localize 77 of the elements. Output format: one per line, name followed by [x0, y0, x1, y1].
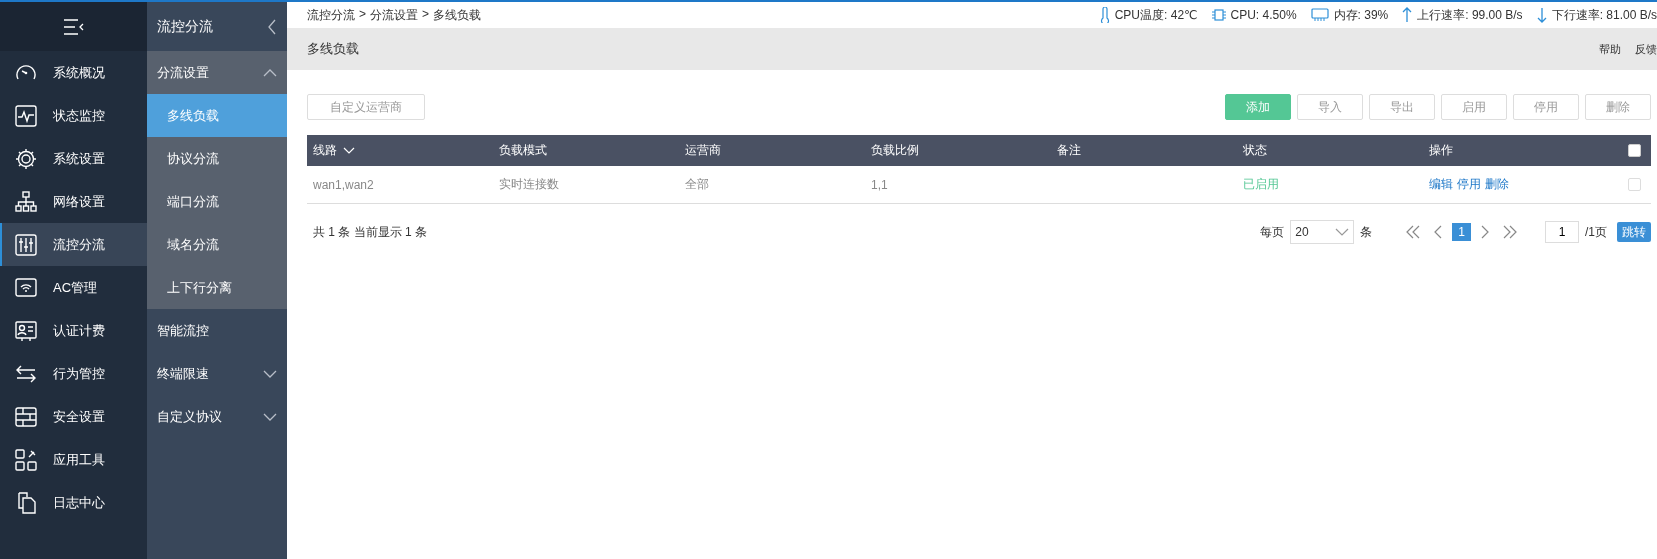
chip-icon	[1211, 7, 1226, 23]
per-page-select[interactable]: 20	[1290, 220, 1355, 244]
submenu-item[interactable]: 分流设置	[147, 51, 287, 94]
row-action-link[interactable]: 停用	[1457, 176, 1481, 193]
row-action-link[interactable]: 编辑	[1429, 176, 1453, 193]
select-all-checkbox[interactable]	[1628, 144, 1641, 157]
column-header: 运营商	[684, 142, 722, 159]
status-reading: CPU温度: 42℃	[1114, 6, 1198, 24]
first-page-icon[interactable]	[1405, 225, 1422, 239]
submenu-item[interactable]: 协议分流	[147, 137, 287, 180]
submenu-item[interactable]: 端口分流	[147, 180, 287, 223]
network-icon	[15, 190, 37, 213]
breadcrumb-item: 多线负载	[433, 6, 482, 24]
status-reading: 内存: 39%	[1333, 6, 1389, 24]
column-header: 操作	[1428, 142, 1454, 159]
apps-grid-icon	[15, 448, 37, 471]
up-arrow-icon	[1402, 7, 1413, 23]
section-title: 流控分流	[157, 17, 213, 36]
row-action-link[interactable]: 删除	[1485, 176, 1509, 193]
next-page-icon[interactable]	[1480, 225, 1490, 239]
page-title: 多线负载	[307, 40, 359, 58]
documents-icon	[15, 491, 37, 514]
nav-item[interactable]: 认证计费	[0, 309, 147, 352]
status-reading: CPU: 4.50%	[1230, 8, 1297, 22]
previous-page-icon[interactable]	[1433, 225, 1444, 239]
thermometer-icon	[1099, 7, 1110, 23]
submenu-item[interactable]: 上下行分离	[147, 266, 287, 309]
menu-collapse-icon[interactable]	[62, 18, 85, 35]
column-header: 备注	[1056, 142, 1082, 159]
nav-item[interactable]: 行为管控	[0, 352, 147, 395]
pulse-monitor-icon	[15, 104, 37, 127]
nav-item[interactable]: 网络设置	[0, 180, 147, 223]
breadcrumb-item[interactable]: 分流设置	[370, 6, 418, 24]
nav-item[interactable]: 日志中心	[0, 481, 147, 524]
record-summary: 共 1 条 当前显示 1 条	[313, 223, 428, 241]
nav-item[interactable]: 安全设置	[0, 395, 147, 438]
status-reading: 下行速率: 81.00 B/s	[1551, 6, 1657, 24]
table-cell-text: 全部	[684, 176, 710, 193]
header-link[interactable]: 反馈	[1635, 41, 1657, 57]
sliders-icon	[15, 233, 37, 256]
column-header: 负载比例	[870, 142, 920, 159]
column-header: 状态	[1242, 142, 1268, 159]
nav-item[interactable]: 系统概况	[0, 51, 147, 94]
firewall-icon	[15, 405, 37, 428]
submenu-item[interactable]: 智能流控	[147, 309, 287, 352]
submenu-item[interactable]: 终端限速	[147, 352, 287, 395]
column-header: 负载模式	[498, 142, 548, 159]
wifi-screen-icon	[15, 276, 37, 299]
nav-item[interactable]: AC管理	[0, 266, 147, 309]
table-cell-text: 1,1	[870, 177, 889, 192]
submenu-item[interactable]: 自定义协议	[147, 395, 287, 438]
settings-icon	[15, 147, 37, 170]
nav-item[interactable]: 状态监控	[0, 94, 147, 137]
per-page-label: 每页	[1260, 223, 1285, 241]
breadcrumb-item[interactable]: 流控分流	[307, 6, 355, 24]
table-cell-text: wan1,wan2	[312, 177, 375, 192]
column-header[interactable]: 线路	[307, 142, 493, 159]
dropdown-caret-icon	[1335, 228, 1350, 236]
header-link[interactable]: 帮助	[1599, 41, 1621, 57]
table-cell-text: 实时连接数	[498, 176, 560, 193]
submenu-item[interactable]: 域名分流	[147, 223, 287, 266]
page-total: /1页	[1585, 223, 1607, 241]
nav-item[interactable]: 流控分流	[0, 223, 147, 266]
breadcrumb-separator: >	[359, 6, 366, 23]
per-page-unit: 条	[1360, 223, 1373, 241]
id-card-icon	[15, 319, 37, 342]
status-reading: 上行速率: 99.00 B/s	[1417, 6, 1523, 24]
collapse-icon[interactable]	[267, 18, 277, 35]
down-arrow-icon	[1536, 7, 1547, 23]
page-input[interactable]: 1	[1545, 221, 1579, 243]
status-text: 已启用	[1242, 176, 1280, 193]
nav-item[interactable]: 应用工具	[0, 438, 147, 481]
row-checkbox[interactable]	[1628, 178, 1641, 191]
last-page-icon[interactable]	[1502, 225, 1518, 239]
breadcrumb-separator: >	[422, 6, 430, 23]
nav-item[interactable]: 系统设置	[0, 137, 147, 180]
memory-icon	[1310, 7, 1329, 23]
